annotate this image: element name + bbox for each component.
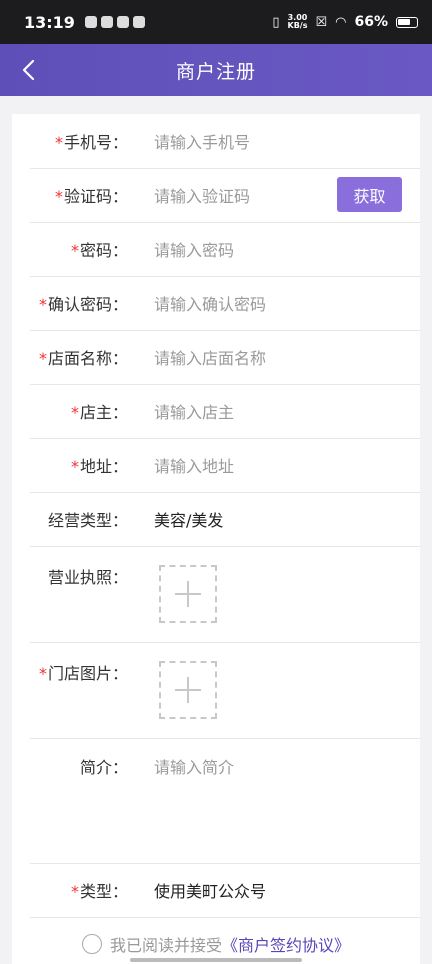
page-title: 商户注册 <box>175 60 256 83</box>
required-mark: * <box>38 349 47 368</box>
confirm-password-input[interactable]: 请输入确认密码 <box>154 291 266 315</box>
plus-icon <box>175 581 201 607</box>
shop-name-input[interactable]: 请输入店面名称 <box>154 345 266 369</box>
wifi-icon: ◠ <box>335 14 347 30</box>
required-mark: * <box>54 133 63 152</box>
required-mark: * <box>54 187 63 206</box>
phone-label: *手机号： <box>30 129 128 153</box>
mail-notification-icon <box>116 16 129 28</box>
registration-form: *手机号： 请输入手机号 *验证码： 请输入验证码 获取 *密码： 请输入密码 … <box>12 114 420 964</box>
sim-off-icon: ☒ <box>315 14 328 30</box>
type-select[interactable]: 使用美町公众号 <box>154 878 266 902</box>
agree-radio[interactable] <box>81 934 102 954</box>
shop-photo-row: *门店图片： <box>30 642 420 739</box>
password-label-text: 密码： <box>79 241 128 260</box>
shop-name-label: *店面名称： <box>30 345 128 369</box>
phone-input[interactable]: 请输入手机号 <box>154 129 250 153</box>
required-mark: * <box>38 664 47 683</box>
intro-row: 简介： 请输入简介 <box>30 738 420 864</box>
play-notification-icon <box>84 16 97 28</box>
phone-row: *手机号： 请输入手机号 <box>30 114 420 169</box>
address-label: *地址： <box>30 453 128 477</box>
wechat-notification-icon <box>132 16 145 28</box>
license-row: 营业执照： <box>30 546 420 643</box>
required-mark: * <box>38 295 47 314</box>
password-label: *密码： <box>30 237 128 261</box>
owner-input[interactable]: 请输入店主 <box>154 399 234 423</box>
code-row: *验证码： 请输入验证码 获取 <box>30 168 420 223</box>
address-input[interactable]: 请输入地址 <box>154 453 234 477</box>
home-indicator <box>130 958 302 962</box>
shop-photo-label-text: 门店图片： <box>47 664 128 683</box>
required-mark: * <box>70 241 79 260</box>
status-bar: 13:19 ▯ 3.00 KB/s ☒ ◠ 66% <box>0 0 432 44</box>
phone-label-text: 手机号： <box>63 133 128 152</box>
intro-label: 简介： <box>79 758 128 777</box>
password-row: *密码： 请输入密码 <box>30 222 420 277</box>
address-label-text: 地址： <box>79 457 128 476</box>
required-mark: * <box>70 403 79 422</box>
shop-name-label-text: 店面名称： <box>47 349 128 368</box>
type-label: *类型： <box>30 878 128 902</box>
vibrate-icon: ▯ <box>272 14 280 30</box>
app-notification-icon <box>100 16 113 28</box>
type-label-text: 类型： <box>79 882 128 901</box>
nav-bar: 商户注册 <box>0 44 432 96</box>
plus-icon <box>175 677 201 703</box>
get-code-button[interactable]: 获取 <box>337 177 402 212</box>
license-label: 营业执照： <box>47 568 128 587</box>
address-row: *地址： 请输入地址 <box>30 438 420 493</box>
password-input[interactable]: 请输入密码 <box>154 237 234 261</box>
confirm-password-row: *确认密码： 请输入确认密码 <box>30 276 420 331</box>
code-label: *验证码： <box>30 183 128 207</box>
confirm-password-label-text: 确认密码： <box>47 295 128 314</box>
business-type-select[interactable]: 美容/美发 <box>154 507 223 531</box>
notification-icons <box>84 16 145 28</box>
agreement-text: 我已阅读并接受 <box>109 936 222 955</box>
intro-textarea[interactable]: 请输入简介 <box>154 754 234 778</box>
required-mark: * <box>70 457 79 476</box>
shop-name-row: *店面名称： 请输入店面名称 <box>30 330 420 385</box>
battery-percent: 66% <box>354 14 388 30</box>
confirm-password-label: *确认密码： <box>30 291 128 315</box>
shop-photo-upload-button[interactable] <box>159 661 217 719</box>
battery-icon <box>396 16 418 28</box>
code-label-text: 验证码： <box>63 187 128 206</box>
network-speed-unit: KB/s <box>287 21 308 30</box>
license-upload-button[interactable] <box>159 565 217 623</box>
network-speed: 3.00 KB/s <box>288 14 308 30</box>
shop-photo-label: *门店图片： <box>30 660 128 684</box>
business-type-label: 经营类型： <box>47 511 128 530</box>
type-row[interactable]: *类型： 使用美町公众号 <box>30 863 420 918</box>
code-input[interactable]: 请输入验证码 <box>154 183 250 207</box>
owner-label-text: 店主： <box>79 403 128 422</box>
business-type-row[interactable]: 经营类型： 美容/美发 <box>30 492 420 547</box>
owner-label: *店主： <box>30 399 128 423</box>
owner-row: *店主： 请输入店主 <box>30 384 420 439</box>
required-mark: * <box>70 882 79 901</box>
agreement-row: 我已阅读并接受 《商户签约协议》 <box>12 932 420 956</box>
status-time: 13:19 <box>24 12 75 32</box>
back-arrow-icon[interactable] <box>18 58 42 82</box>
agreement-link[interactable]: 《商户签约协议》 <box>222 932 350 956</box>
